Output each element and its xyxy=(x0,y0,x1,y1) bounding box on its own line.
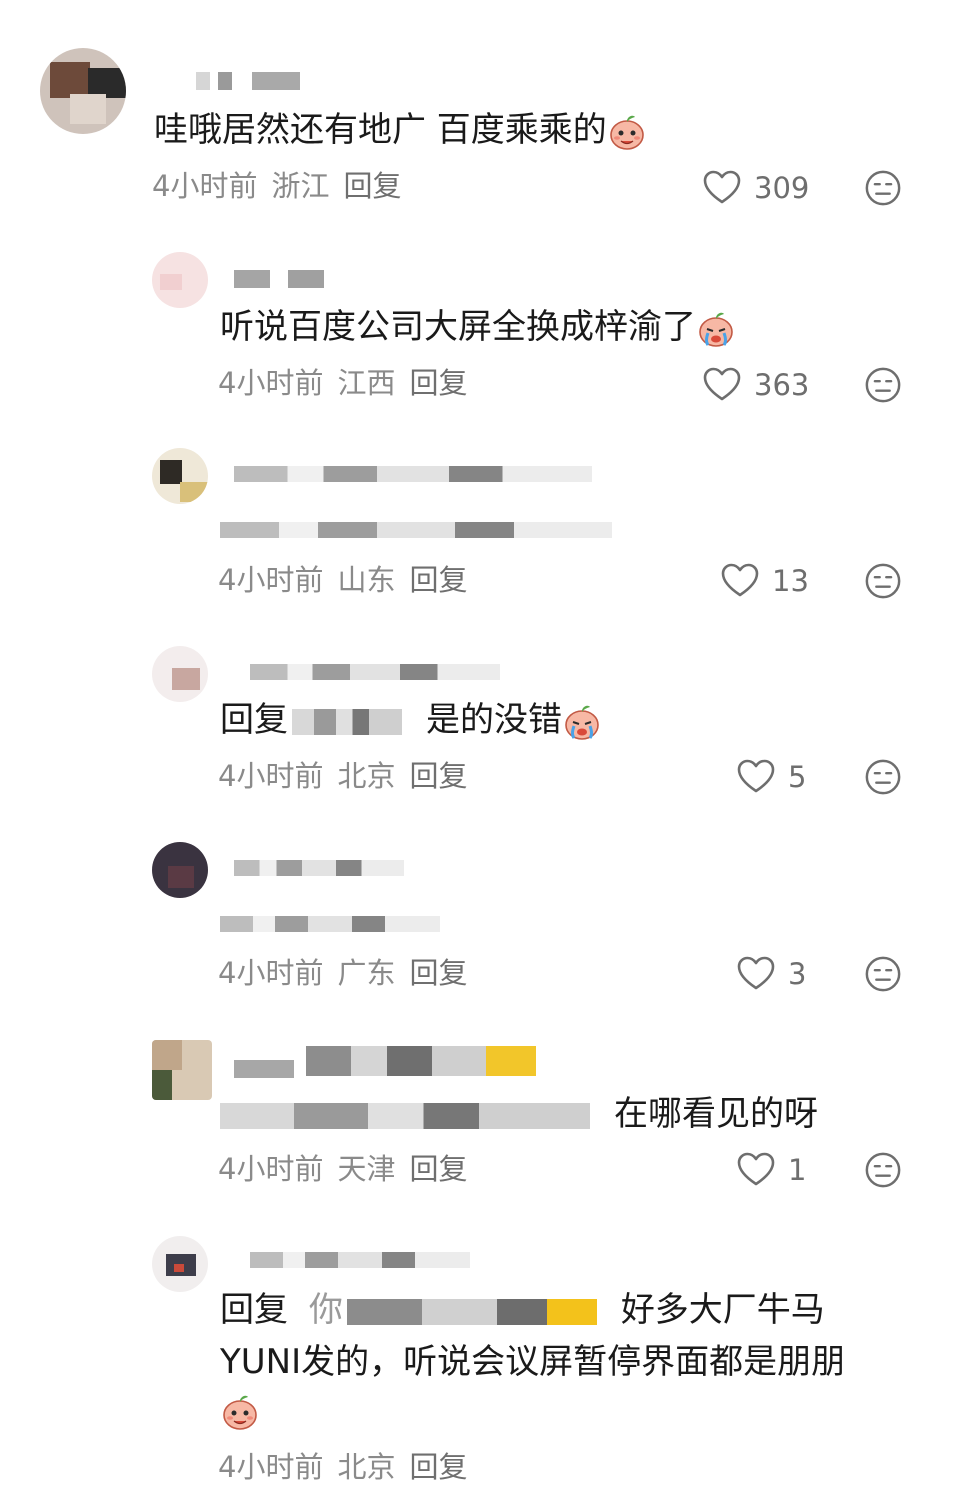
comment-body: 在哪看见的呀 xyxy=(614,1094,818,1134)
peach-emoji-icon xyxy=(607,112,647,152)
comment-body-line1: 好多大厂牛马 xyxy=(620,1290,825,1330)
neutral-face-icon xyxy=(864,562,902,600)
comment-text: 哇哦居然还有地广 百度乘乘的 xyxy=(154,110,647,152)
like-count: 309 xyxy=(754,171,810,205)
comment-location: 天津 xyxy=(337,1152,396,1186)
like-count: 363 xyxy=(754,368,810,402)
mentioned-user-redacted[interactable] xyxy=(220,1102,590,1129)
dislike-button[interactable] xyxy=(864,366,902,404)
dislike-button[interactable] xyxy=(864,1151,902,1189)
like-button[interactable]: 1 xyxy=(736,1150,806,1190)
neutral-face-icon xyxy=(864,758,902,796)
dislike-button[interactable] xyxy=(864,758,902,796)
reply-button[interactable]: 回复 xyxy=(409,759,467,793)
avatar[interactable] xyxy=(40,48,126,134)
comment-time: 4小时前 xyxy=(218,956,324,990)
avatar[interactable] xyxy=(152,842,208,898)
comment-body: 是的没错 xyxy=(426,700,562,740)
comment-location: 江西 xyxy=(337,366,396,400)
crying-peach-emoji-icon xyxy=(696,309,736,349)
heart-outline-icon xyxy=(736,1150,776,1190)
reply-button[interactable]: 回复 xyxy=(409,1152,467,1186)
comment-text-redacted xyxy=(220,916,440,932)
like-button[interactable]: 3 xyxy=(736,954,806,994)
dislike-button[interactable] xyxy=(864,562,902,600)
comment-time: 4小时前 xyxy=(218,759,324,793)
comment-location: 北京 xyxy=(337,1450,396,1484)
comment-body-line2: YUNI发的，听说会议屏暂停界面都是朋朋 xyxy=(220,1342,846,1382)
comment-meta: 4小时前 天津 回复 xyxy=(218,1151,481,1187)
reply-button[interactable]: 回复 xyxy=(409,956,467,990)
heart-outline-icon xyxy=(736,954,776,994)
like-count: 1 xyxy=(788,1153,807,1187)
comment-meta: 4小时前 北京 回复 xyxy=(218,1449,481,1485)
comment-text-redacted xyxy=(220,522,612,538)
heart-outline-icon xyxy=(702,168,742,208)
comment-meta: 4小时前 浙江 回复 xyxy=(152,168,415,204)
comment-location: 广东 xyxy=(337,956,396,990)
avatar[interactable] xyxy=(152,1040,212,1100)
comment-location: 北京 xyxy=(337,759,396,793)
username-redacted[interactable] xyxy=(234,270,334,292)
reply-button[interactable]: 回复 xyxy=(343,169,401,203)
neutral-face-icon xyxy=(864,366,902,404)
comment-location: 山东 xyxy=(337,563,396,597)
username-redacted[interactable] xyxy=(234,860,404,876)
heart-outline-icon xyxy=(720,561,760,601)
avatar[interactable] xyxy=(152,646,208,702)
neutral-face-icon xyxy=(864,169,902,207)
comment-body: 哇哦居然还有地广 百度乘乘的 xyxy=(154,110,607,150)
reply-prefix: 回复 xyxy=(220,700,288,740)
comment-time: 4小时前 xyxy=(218,366,324,400)
heart-outline-icon xyxy=(702,365,742,405)
neutral-face-icon xyxy=(864,1151,902,1189)
avatar[interactable] xyxy=(152,1236,208,1292)
mentioned-user-redacted[interactable] xyxy=(346,1298,597,1325)
reply-button[interactable]: 回复 xyxy=(409,563,467,597)
heart-outline-icon xyxy=(736,757,776,797)
avatar[interactable] xyxy=(152,448,208,504)
reply-prefix: 回复 xyxy=(220,1290,288,1330)
like-count: 5 xyxy=(788,760,807,794)
reply-button[interactable]: 回复 xyxy=(409,366,467,400)
username-redacted[interactable] xyxy=(234,466,592,482)
comment-time: 4小时前 xyxy=(218,563,324,597)
username-redacted[interactable] xyxy=(234,1046,544,1078)
comment-meta: 4小时前 江西 回复 xyxy=(218,365,481,401)
like-count: 3 xyxy=(788,957,807,991)
dislike-button[interactable] xyxy=(864,955,902,993)
comment-meta: 4小时前 山东 回复 xyxy=(218,562,481,598)
username-redacted[interactable] xyxy=(250,664,500,680)
comment-text: 听说百度公司大屏全换成梓渝了 xyxy=(220,307,736,349)
mentioned-user-redacted[interactable] xyxy=(292,708,402,735)
comment-time: 4小时前 xyxy=(218,1450,324,1484)
like-count: 13 xyxy=(772,564,809,598)
peach-emoji-icon xyxy=(220,1392,260,1432)
reply-button[interactable]: 回复 xyxy=(409,1450,467,1484)
username-redacted[interactable] xyxy=(196,72,306,94)
comment-body: 听说百度公司大屏全换成梓渝了 xyxy=(220,307,696,347)
username-redacted[interactable] xyxy=(250,1252,470,1268)
comment-meta: 4小时前 广东 回复 xyxy=(218,955,481,991)
dislike-button[interactable] xyxy=(864,169,902,207)
comment-text: 在哪看见的呀 xyxy=(220,1094,818,1134)
like-button[interactable]: 13 xyxy=(720,561,809,601)
comment-time: 4小时前 xyxy=(152,169,258,203)
mentioned-user-partial[interactable]: 你 xyxy=(309,1290,343,1330)
comment-location: 浙江 xyxy=(271,169,330,203)
comment-meta: 4小时前 北京 回复 xyxy=(218,758,481,794)
comment-text: 回复 你 好多大厂牛马 YUNI发的，听说会议屏暂停界面都是朋朋 xyxy=(220,1290,910,1432)
like-button[interactable]: 5 xyxy=(736,757,806,797)
comment-text: 回复 是的没错 xyxy=(220,700,602,742)
avatar[interactable] xyxy=(152,252,208,308)
comment-time: 4小时前 xyxy=(218,1152,324,1186)
like-button[interactable]: 309 xyxy=(702,168,809,208)
crying-peach-emoji-icon xyxy=(562,702,602,742)
neutral-face-icon xyxy=(864,955,902,993)
like-button[interactable]: 363 xyxy=(702,365,809,405)
